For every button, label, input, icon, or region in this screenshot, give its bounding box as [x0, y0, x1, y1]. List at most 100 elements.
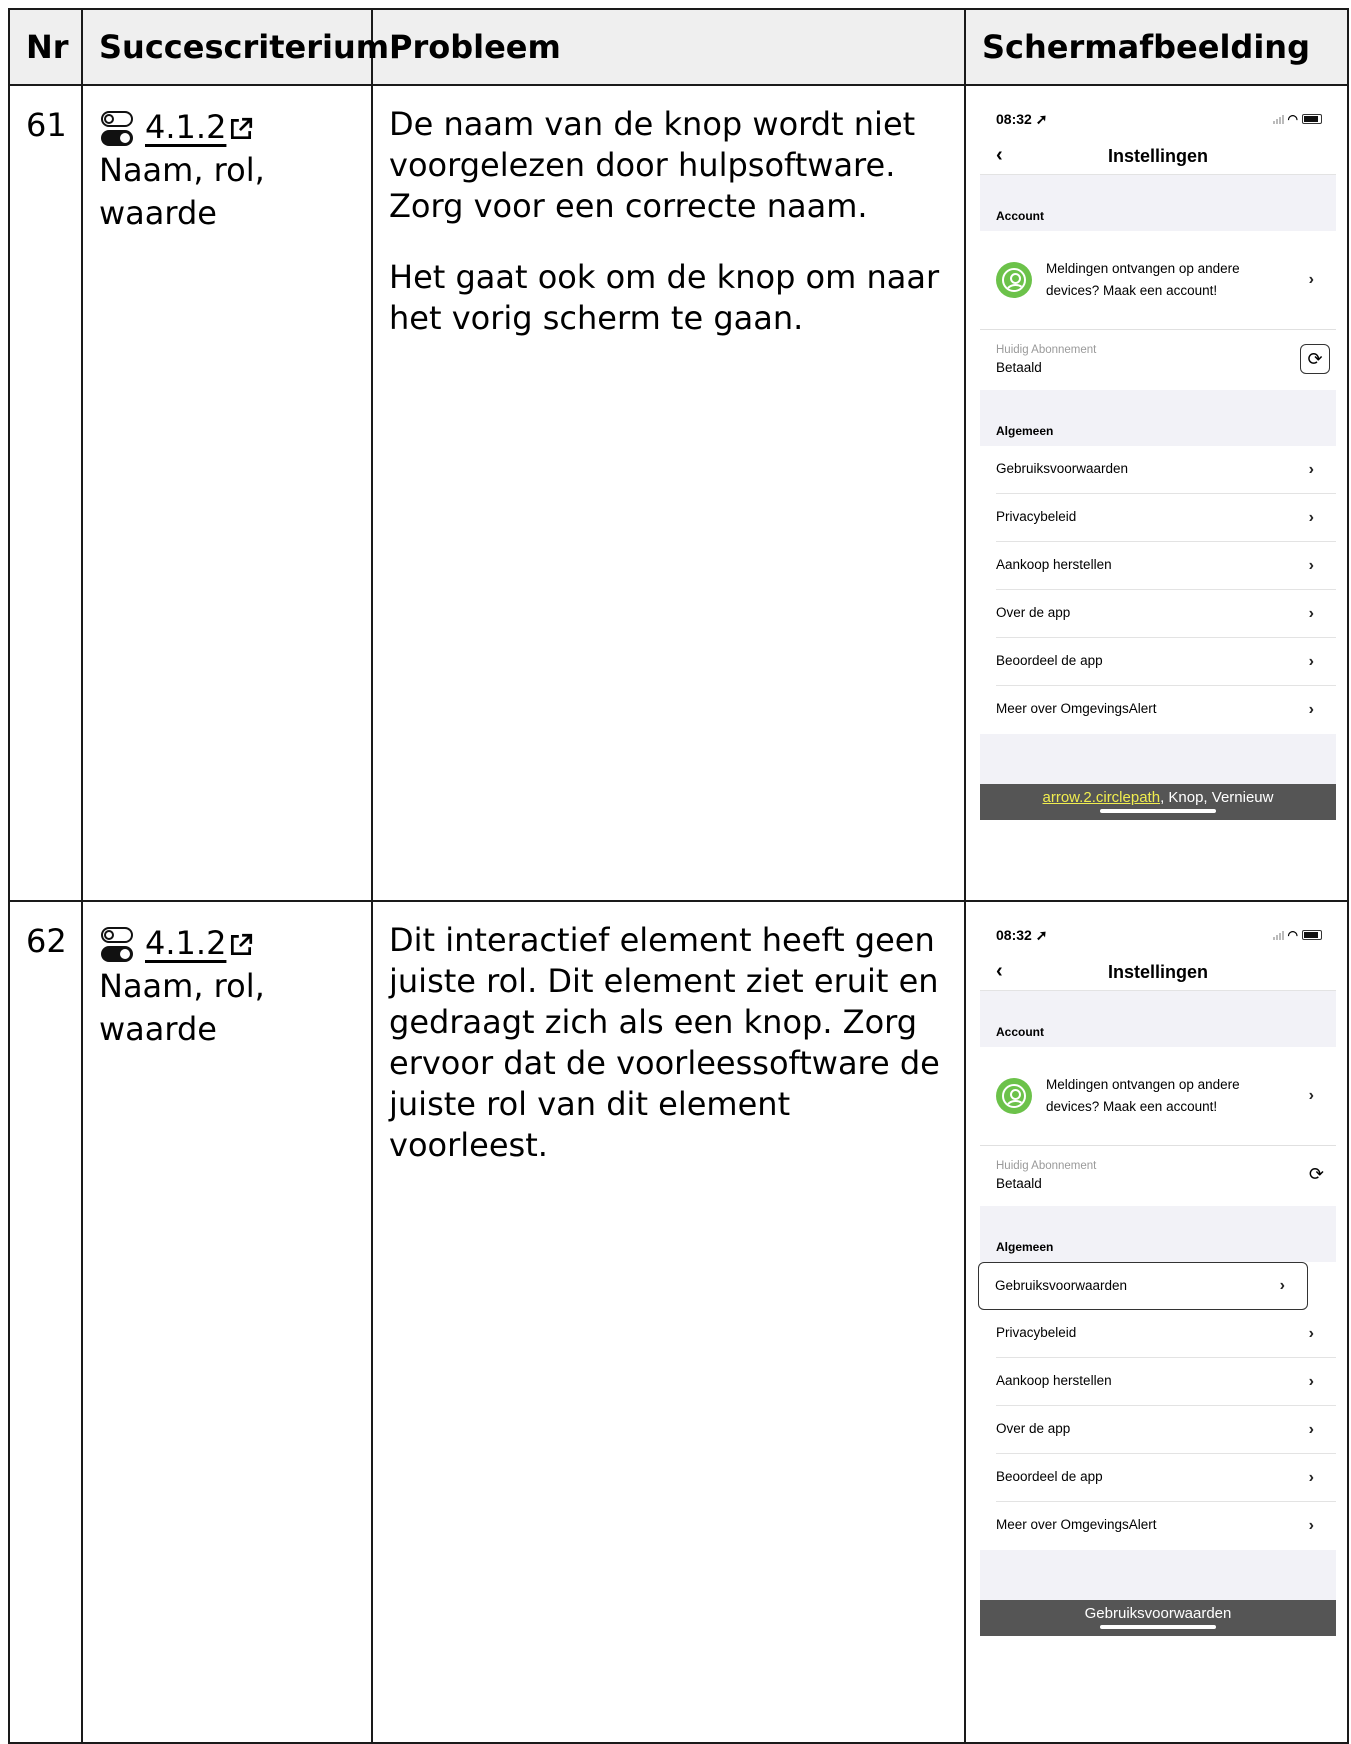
external-link-icon — [231, 933, 253, 956]
chevron-left-icon[interactable]: ‹ — [996, 960, 1003, 983]
criterion-link[interactable]: 4.1.2 — [145, 106, 254, 149]
list-item[interactable]: Aankoop herstellen › — [980, 542, 1336, 590]
chevron-right-icon: › — [1308, 1421, 1314, 1438]
user-icon — [996, 1078, 1032, 1114]
signal-icon — [1272, 930, 1284, 940]
phone-screenshot: 08:32 ➚ ◠ ‹ Instellingen Account Melding… — [980, 100, 1336, 820]
section-header-account: Account — [980, 175, 1336, 231]
list-item-focused[interactable]: Gebruiksvoorwaarden › — [978, 1262, 1308, 1310]
chevron-right-icon: › — [1308, 557, 1314, 574]
subscription-label: Huidig Abonnement — [996, 344, 1097, 356]
header-row: Nr Succescriterium Probleem Schermafbeel… — [8, 8, 1349, 86]
header-problem: Probleem — [371, 8, 966, 86]
chevron-right-icon: › — [1308, 461, 1314, 478]
list-item[interactable]: Meer over OmgevingsAlert › — [980, 1502, 1336, 1550]
criterion-name: Naam, rol, waarde — [99, 967, 265, 1048]
bottom-space — [980, 734, 1336, 784]
status-time: 08:32 — [996, 110, 1032, 127]
problem-paragraph: Dit interactief element heeft geen juist… — [389, 921, 940, 1164]
account-row[interactable]: Meldingen ontvangen op andere devices? M… — [980, 1047, 1336, 1146]
list-item[interactable]: Over de app › — [980, 1406, 1336, 1454]
criterion-link-text: 4.1.2 — [145, 108, 227, 146]
problem-paragraph: De naam van de knop wordt niet voorgelez… — [389, 105, 916, 225]
chevron-right-icon: › — [1308, 701, 1314, 718]
voiceover-caption: arrow.2.circlepath, Knop, Vernieuw — [980, 784, 1336, 820]
chevron-right-icon: › — [1308, 271, 1314, 288]
subscription-row: Huidig Abonnement Betaald ⟳ — [980, 1146, 1336, 1206]
table-row: 61 4.1.2 Naam, rol, waarde De naam van d… — [8, 84, 1349, 902]
problem-paragraph: Het gaat ook om de knop om naar het vori… — [389, 258, 940, 337]
status-bar: 08:32 ➚ ◠ — [980, 916, 1336, 954]
account-text: Meldingen ontvangen op andere devices? M… — [1046, 1077, 1240, 1114]
battery-icon — [1302, 930, 1322, 940]
list-item[interactable]: Meer over OmgevingsAlert › — [980, 686, 1336, 734]
chevron-right-icon: › — [1308, 1325, 1314, 1342]
header-screenshot: Schermafbeelding — [964, 8, 1349, 86]
nav-bar: ‹ Instellingen — [980, 954, 1336, 991]
battery-icon — [1302, 114, 1322, 124]
chevron-right-icon: › — [1308, 1087, 1314, 1104]
problem-cell: Dit interactief element heeft geen juist… — [371, 900, 966, 1744]
table-row: 62 4.1.2 Naam, rol, waarde Dit interacti… — [8, 900, 1349, 1744]
criterion-cell: 4.1.2 Naam, rol, waarde — [81, 84, 373, 902]
screenshot-cell: 08:32 ➚ ◠ ‹ Instellingen Account Melding… — [964, 900, 1349, 1744]
problem-cell: De naam van de knop wordt niet voorgelez… — [371, 84, 966, 902]
voiceover-rest: , Knop, Vernieuw — [1160, 789, 1274, 806]
list-item[interactable]: Privacybeleid › — [980, 1310, 1336, 1358]
refresh-icon[interactable]: ⟳ — [1300, 344, 1330, 374]
account-text: Meldingen ontvangen op andere devices? M… — [1046, 261, 1240, 298]
list-item[interactable]: Privacybeleid › — [980, 494, 1336, 542]
account-row[interactable]: Meldingen ontvangen op andere devices? M… — [980, 231, 1336, 330]
voiceover-caption: Gebruiksvoorwaarden — [980, 1600, 1336, 1636]
section-header-general: Algemeen — [980, 390, 1336, 446]
chevron-right-icon: › — [1308, 605, 1314, 622]
criterion-name: Naam, rol, waarde — [99, 151, 265, 232]
status-time: 08:32 — [996, 926, 1032, 943]
chevron-right-icon: › — [1279, 1277, 1285, 1294]
external-link-icon — [231, 117, 253, 140]
subscription-label: Huidig Abonnement — [996, 1160, 1097, 1172]
location-icon: ➚ — [1035, 926, 1048, 943]
phone-screenshot: 08:32 ➚ ◠ ‹ Instellingen Account Melding… — [978, 916, 1336, 1636]
header-nr: Nr — [8, 8, 83, 86]
section-header-general: Algemeen — [980, 1206, 1336, 1262]
nav-bar: ‹ Instellingen — [980, 138, 1336, 175]
toggle-icon — [99, 110, 135, 146]
screenshot-cell: 08:32 ➚ ◠ ‹ Instellingen Account Melding… — [964, 84, 1349, 902]
chevron-right-icon: › — [1308, 1373, 1314, 1390]
row-number: 62 — [8, 900, 83, 1744]
user-icon — [996, 262, 1032, 298]
section-header-account: Account — [980, 991, 1336, 1047]
nav-title: Instellingen — [1107, 961, 1208, 982]
list-item[interactable]: Gebruiksvoorwaarden › — [980, 446, 1336, 494]
subscription-value: Betaald — [996, 1176, 1042, 1191]
wifi-icon: ◠ — [1287, 112, 1298, 126]
list-item[interactable]: Beoordeel de app › — [980, 1454, 1336, 1502]
subscription-value: Betaald — [996, 360, 1042, 375]
list-item[interactable]: Beoordeel de app › — [980, 638, 1336, 686]
signal-icon — [1272, 114, 1284, 124]
wifi-icon: ◠ — [1287, 928, 1298, 942]
findings-table: Nr Succescriterium Probleem Schermafbeel… — [8, 8, 1349, 1744]
toggle-icon — [99, 926, 135, 962]
criterion-cell: 4.1.2 Naam, rol, waarde — [81, 900, 373, 1744]
chevron-right-icon: › — [1308, 1469, 1314, 1486]
status-bar: 08:32 ➚ ◠ — [980, 100, 1336, 138]
criterion-link-text: 4.1.2 — [145, 924, 227, 962]
chevron-right-icon: › — [1308, 1517, 1314, 1534]
refresh-icon[interactable]: ⟳ — [1309, 1164, 1324, 1185]
voiceover-text: Gebruiksvoorwaarden — [1084, 1605, 1232, 1622]
location-icon: ➚ — [1035, 110, 1048, 127]
chevron-right-icon: › — [1308, 653, 1314, 670]
chevron-left-icon[interactable]: ‹ — [996, 144, 1003, 167]
header-criterion: Succescriterium — [81, 8, 389, 86]
bottom-space — [980, 1550, 1336, 1600]
chevron-right-icon: › — [1308, 509, 1314, 526]
nav-title: Instellingen — [1107, 145, 1208, 166]
voiceover-highlight: arrow.2.circlepath — [1042, 789, 1161, 806]
criterion-link[interactable]: 4.1.2 — [145, 922, 254, 965]
subscription-row: Huidig Abonnement Betaald ⟳ — [980, 330, 1336, 390]
list-item[interactable]: Aankoop herstellen › — [980, 1358, 1336, 1406]
row-number: 61 — [8, 84, 83, 902]
list-item[interactable]: Over de app › — [980, 590, 1336, 638]
